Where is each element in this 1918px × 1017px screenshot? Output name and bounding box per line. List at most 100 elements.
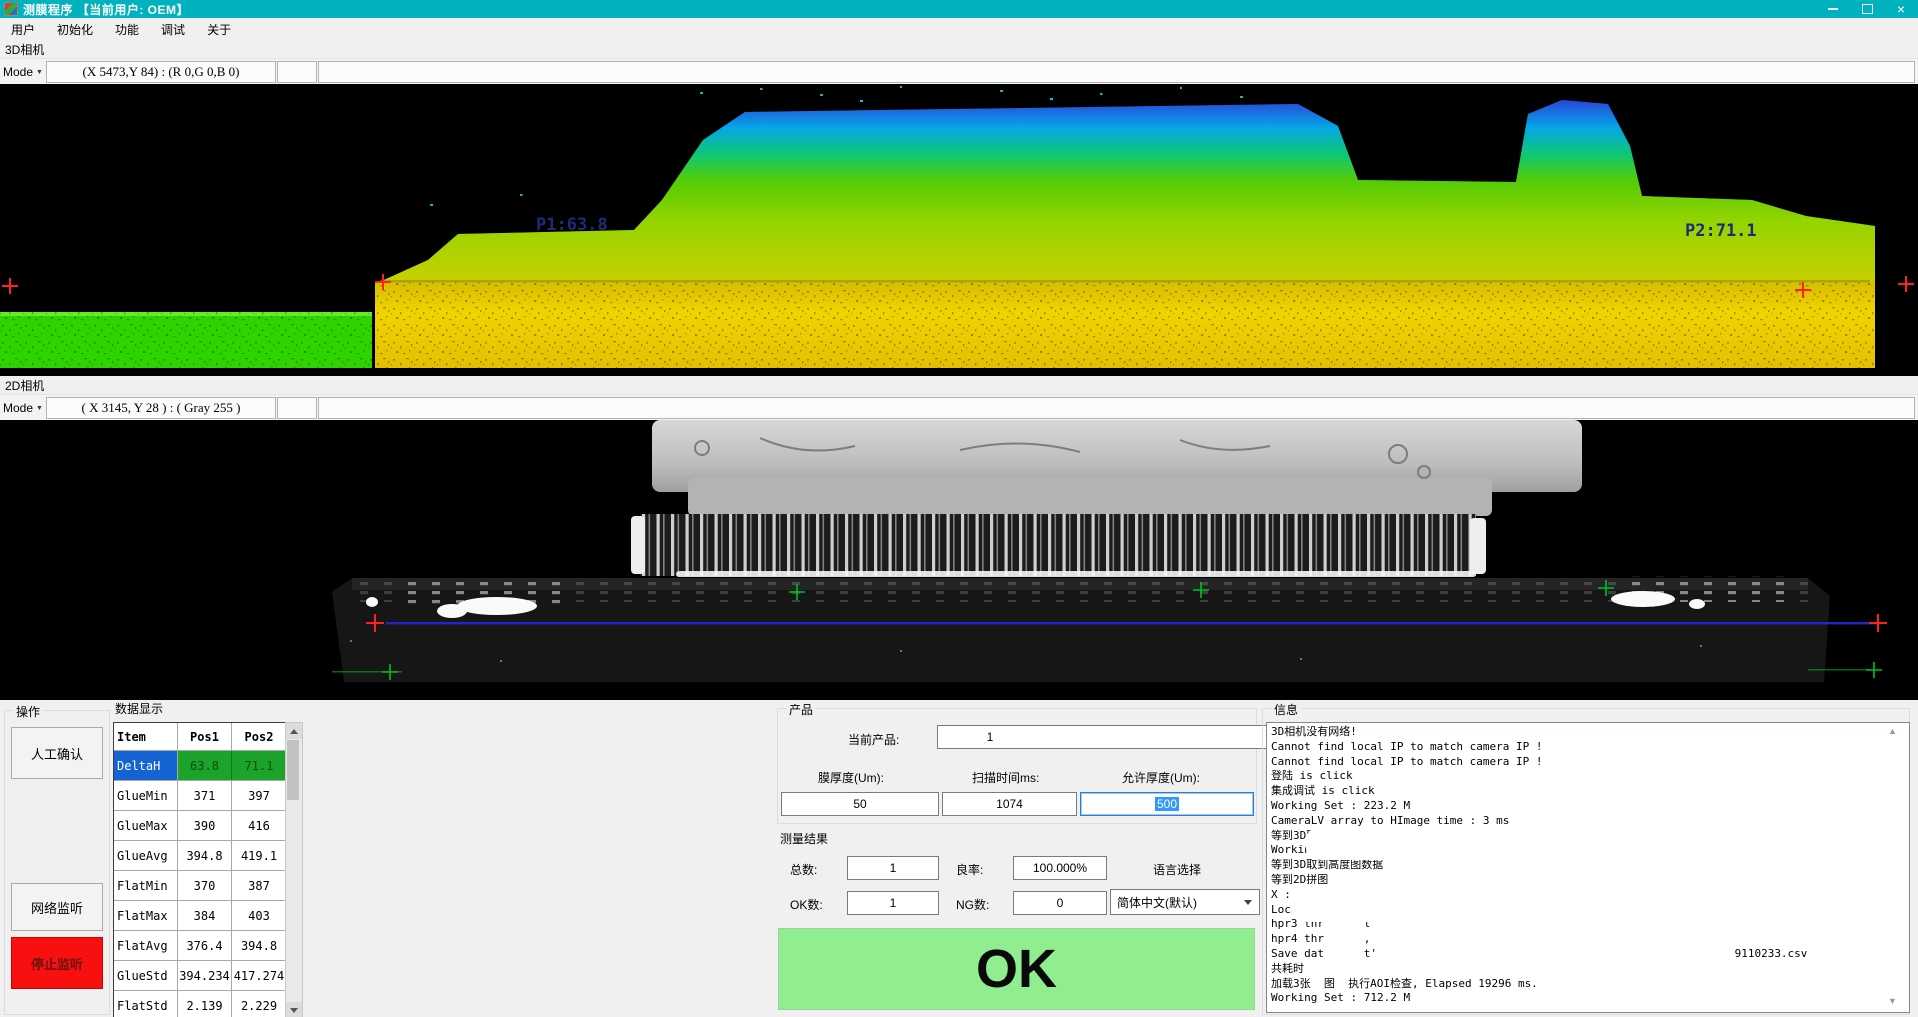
current-product-label: 当前产品: (848, 731, 899, 748)
arrow-down-icon (290, 1008, 298, 1013)
log-line: Working Set : 223.2 M (1271, 799, 1909, 814)
col-pos2: Pos2 (232, 723, 286, 750)
camera2d-label: 2D相机 (0, 376, 305, 394)
mode-label: Mode (3, 65, 33, 79)
menu-bar: 用户 初始化 功能 调试 关于 (0, 18, 1918, 41)
table-row[interactable]: GlueStd 394.234 417.274 (114, 961, 286, 991)
camera2d-mode-button[interactable]: Mode ▼ (0, 398, 46, 418)
log-line: Working Set : 712.2 M (1271, 991, 1909, 1006)
log-line: 等到3D取到高度图数据 (1271, 858, 1909, 873)
camera2d-mode-strip: Mode ▼ ( X 3145, Y 28 ) : ( Gray 255 ) (0, 394, 1918, 421)
redaction-blob (1382, 856, 1502, 871)
maximize-button[interactable] (1850, 0, 1884, 18)
cell-pos1: 371 (178, 781, 232, 810)
chevron-down-icon (1244, 900, 1252, 905)
maximize-icon (1862, 4, 1873, 14)
table-row[interactable]: FlatMin 370 387 (114, 871, 286, 901)
measurement-table: Item Pos1 Pos2 DeltaH 63.8 71.1 GlueMin … (113, 722, 287, 1017)
operations-group: 操作 人工确认 网络监听 停止监听 (4, 710, 110, 1015)
camera3d-mode-button[interactable]: Mode ▼ (0, 62, 46, 82)
camera3d-label: 3D相机 (0, 40, 305, 58)
cell-item: FlatAvg (114, 931, 178, 960)
cell-pos1: 394.234 (178, 961, 232, 990)
window-title: 测膜程序 【当前用户: OEM】 (23, 1, 189, 18)
scrollbar-thumb[interactable] (287, 740, 299, 800)
log-line: 共耗时 (1271, 962, 1909, 977)
cell-pos1: 376.4 (178, 931, 232, 960)
log-line: Cannot find local IP to match camera IP … (1271, 740, 1909, 755)
cell-item: GlueStd (114, 961, 178, 990)
camera3d-status-cell-2 (277, 61, 317, 83)
table-scrollbar[interactable] (285, 722, 303, 1017)
total-field[interactable]: 1 (847, 856, 939, 880)
menu-user[interactable]: 用户 (0, 18, 46, 40)
app-icon (4, 2, 18, 16)
log-scroll-down-icon[interactable]: ▼ (1888, 996, 1897, 1006)
log-line: 3D相机没有网络! (1271, 725, 1909, 740)
ng-count-field[interactable]: 0 (1013, 891, 1107, 915)
table-row[interactable]: DeltaH 63.8 71.1 (114, 751, 286, 781)
scroll-up-button[interactable] (286, 723, 302, 739)
minimize-button[interactable] (1816, 0, 1850, 18)
allowed-thickness-field[interactable]: 500 (1080, 792, 1254, 816)
language-select-label: 语言选择 (1153, 861, 1201, 878)
chevron-down-icon: ▼ (36, 405, 43, 412)
redaction-blob (1290, 884, 1620, 922)
table-row[interactable]: GlueAvg 394.8 419.1 (114, 841, 286, 871)
cell-pos1: 2.139 (178, 991, 232, 1017)
camera2d-status-cell-3 (318, 397, 1915, 419)
yield-field[interactable]: 100.000% (1013, 856, 1107, 880)
film-thickness-field[interactable]: 50 (781, 792, 939, 816)
data-display-title: 数据显示 (115, 700, 163, 717)
table-row[interactable]: GlueMin 371 397 (114, 781, 286, 811)
heightmap-image: P1:63.8 P2:71.1 (0, 84, 1918, 376)
cell-pos2: 403 (232, 901, 286, 930)
info-title: 信息 (1271, 701, 1301, 718)
results-title: 测量结果 (780, 830, 828, 847)
film-thickness-label: 膜厚度(Um): (818, 769, 884, 786)
network-listen-button[interactable]: 网络监听 (11, 883, 103, 931)
camera3d-viewport[interactable]: P1:63.8 P2:71.1 (0, 84, 1918, 376)
log-line: Cannot find local IP to match camera IP … (1271, 755, 1909, 770)
cell-item: GlueMax (114, 811, 178, 840)
measure-line (386, 622, 1876, 624)
info-log[interactable]: 3D相机没有网络! Cannot find local IP to match … (1266, 722, 1910, 1013)
scroll-down-button[interactable] (286, 1002, 302, 1017)
cell-item: GlueMin (114, 781, 178, 810)
allowed-thickness-label: 允许厚度(Um): (1122, 769, 1200, 786)
cell-pos1: 394.8 (178, 841, 232, 870)
cell-pos2: 394.8 (232, 931, 286, 960)
menu-debug[interactable]: 调试 (150, 18, 196, 40)
col-item: Item (114, 723, 178, 750)
log-line: 登陆 is click (1271, 769, 1909, 784)
cell-pos2: 417.274 (232, 961, 286, 990)
camera2d-viewport[interactable] (0, 420, 1918, 700)
ok-count-field[interactable]: 1 (847, 891, 939, 915)
table-row[interactable]: GlueMax 390 416 (114, 811, 286, 841)
language-dropdown[interactable]: 简体中文(默认) (1110, 889, 1260, 915)
current-product-field[interactable]: g1 (937, 725, 1297, 749)
cell-pos1: 370 (178, 871, 232, 900)
camera3d-pixel-status: (X 5473,Y 84) : (R 0,G 0,B 0) (46, 61, 276, 83)
col-pos1: Pos1 (178, 723, 232, 750)
log-line: 加载3张 图 执行AOI检查, Elapsed 19296 ms. (1271, 977, 1909, 992)
table-row[interactable]: FlatAvg 376.4 394.8 (114, 931, 286, 961)
log-line: hpr4 thr , (1271, 932, 1909, 947)
scan-time-field[interactable]: 1074 (942, 792, 1077, 816)
close-button[interactable]: × (1884, 0, 1918, 18)
menu-about[interactable]: 关于 (196, 18, 242, 40)
stop-listen-button[interactable]: 停止监听 (11, 937, 103, 989)
table-row[interactable]: FlatStd 2.139 2.229 (114, 991, 286, 1017)
cell-pos1: 63.8 (178, 751, 232, 780)
cell-pos2: 416 (232, 811, 286, 840)
menu-function[interactable]: 功能 (104, 18, 150, 40)
title-bar: 测膜程序 【当前用户: OEM】 × (0, 0, 1918, 18)
status-banner: OK (778, 928, 1255, 1010)
log-scroll-up-icon[interactable]: ▲ (1888, 726, 1897, 736)
manual-confirm-button[interactable]: 人工确认 (11, 727, 103, 779)
cell-item: FlatMax (114, 901, 178, 930)
menu-init[interactable]: 初始化 (46, 18, 104, 40)
p1-annotation: P1:63.8 (536, 215, 608, 235)
table-header: Item Pos1 Pos2 (114, 723, 286, 751)
table-row[interactable]: FlatMax 384 403 (114, 901, 286, 931)
